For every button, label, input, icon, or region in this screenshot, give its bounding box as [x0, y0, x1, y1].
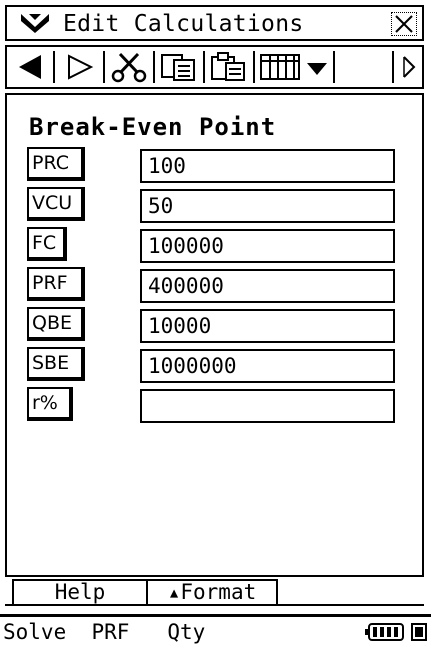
status-text: Solve PRF Qty [3, 620, 206, 644]
toolbar-separator [392, 51, 394, 83]
left-filled-arrow-icon[interactable] [11, 51, 51, 83]
dropdown-arrow-icon[interactable] [304, 51, 330, 83]
page-title: Break-Even Point [29, 113, 277, 141]
qbe-field[interactable]: 10000 [140, 309, 395, 343]
tab-help[interactable]: Help [12, 579, 146, 606]
status-bar: Solve PRF Qty [0, 614, 431, 648]
sbe-field[interactable]: 1000000 [140, 349, 395, 383]
vcu-field[interactable]: 50 [140, 189, 395, 223]
row-qbe: QBE 10000 [27, 307, 407, 345]
prc-field[interactable]: 100 [140, 149, 395, 183]
fc-field[interactable]: 100000 [140, 229, 395, 263]
menu-chevron-icon[interactable] [19, 11, 51, 35]
row-prc: PRC 100 [27, 147, 407, 185]
toolbar-separator [333, 51, 335, 83]
qbe-button[interactable]: QBE [27, 307, 85, 341]
prf-field[interactable]: 400000 [140, 269, 395, 303]
vcu-button[interactable]: VCU [27, 187, 85, 221]
tab-format[interactable]: ▴Format [146, 579, 278, 606]
r-percent-button[interactable]: r% [27, 387, 73, 421]
menu-title[interactable]: Edit Calculations [63, 10, 304, 38]
toolbar-separator [253, 51, 255, 83]
matrix-icon[interactable] [258, 51, 302, 83]
paste-icon[interactable] [208, 51, 250, 83]
row-vcu: VCU 50 [27, 187, 407, 225]
row-prf: PRF 400000 [27, 267, 407, 305]
toolbar-separator [103, 51, 105, 83]
scissors-icon[interactable] [108, 51, 150, 83]
toolbar-separator [203, 51, 205, 83]
toolbar [5, 45, 424, 89]
play-outline-icon[interactable] [59, 51, 99, 83]
close-icon[interactable] [391, 12, 417, 36]
sbe-button[interactable]: SBE [27, 347, 85, 381]
calculation-panel: Break-Even Point PRC 100 VCU 50 FC 10000… [5, 93, 424, 577]
toolbar-separator [153, 51, 155, 83]
battery-icon [365, 623, 404, 641]
row-r-percent: r% [27, 387, 407, 425]
tab-baseline [5, 604, 424, 606]
r-percent-field[interactable] [140, 389, 395, 423]
scroll-right-icon[interactable] [396, 51, 422, 83]
menu-bar: Edit Calculations [5, 5, 424, 41]
prf-button[interactable]: PRF [27, 267, 85, 301]
fc-button[interactable]: FC [27, 227, 67, 261]
row-fc: FC 100000 [27, 227, 407, 265]
keyboard-toggle-icon[interactable] [411, 623, 427, 641]
toolbar-separator [53, 51, 55, 83]
copy-icon[interactable] [158, 51, 200, 83]
prc-button[interactable]: PRC [27, 147, 85, 181]
app-window: Edit Calculations Break-Even Point PRC 1… [0, 0, 431, 648]
row-sbe: SBE 1000000 [27, 347, 407, 385]
